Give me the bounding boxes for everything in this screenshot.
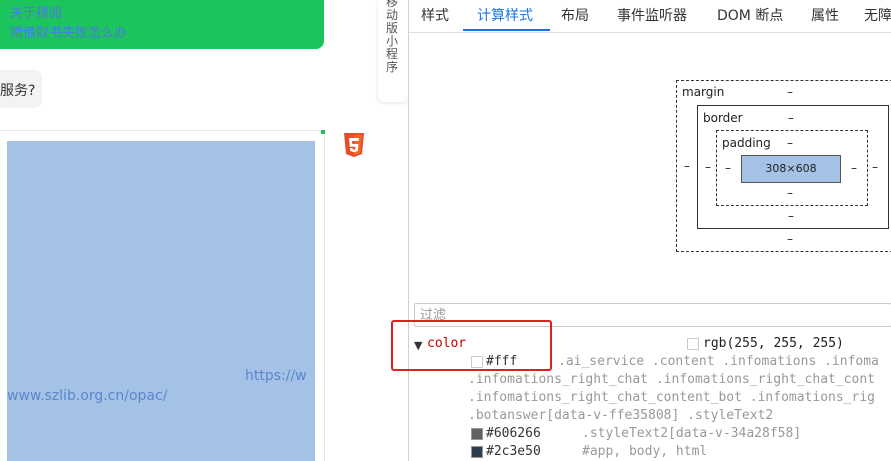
box-model-padding[interactable]: padding – – – – 308×608 <box>716 130 868 206</box>
user-message-bubble: 服务? <box>0 70 42 108</box>
html5-icon <box>344 133 364 157</box>
tab-accessibility[interactable]: 无障 <box>864 5 891 25</box>
chat-panel: 关于猜阅 猜借取书失败怎么办 服务? https://w www.szlib.o… <box>0 0 378 461</box>
bot-message-bubble: 关于猜阅 猜借取书失败怎么办 <box>0 0 324 49</box>
margin-label: margin <box>682 85 725 99</box>
color-swatch-icon[interactable] <box>471 428 483 440</box>
tab-event-listeners[interactable]: 事件监听器 <box>617 5 687 25</box>
box-model-margin[interactable]: margin – – – border – – – – padding – – … <box>676 80 891 252</box>
tab-styles[interactable]: 样式 <box>421 5 449 25</box>
selected-element-overlay <box>7 141 315 461</box>
side-tab-label: 移动版小程序 <box>386 0 399 74</box>
devtools-panel: 样式 计算样式 布局 事件监听器 DOM 断点 属性 无障 margin – –… <box>391 0 891 461</box>
border-right-value: – <box>872 160 878 174</box>
color-swatch-icon[interactable] <box>471 446 483 458</box>
rule-value: #fff <box>486 354 518 369</box>
answer-card: https://w www.szlib.org.cn/opac/ <box>0 130 325 461</box>
color-swatch-icon[interactable] <box>471 356 483 368</box>
rule-value: #2c3e50 <box>486 444 541 459</box>
rule-selector[interactable]: .infomations_right_chat_content_bot .inf… <box>468 390 875 405</box>
suggestion-link[interactable]: 猜借取书失败怎么办 <box>10 22 127 41</box>
color-swatch-icon[interactable] <box>687 338 699 350</box>
tab-properties[interactable]: 属性 <box>811 5 839 25</box>
padding-label: padding <box>722 136 771 150</box>
tab-computed[interactable]: 计算样式 <box>477 5 533 25</box>
border-top-value: – <box>788 111 794 125</box>
opac-link-line2[interactable]: www.szlib.org.cn/opac/ <box>7 388 167 404</box>
box-model-content-size[interactable]: 308×608 <box>741 155 841 183</box>
rule-selector[interactable]: .infomations_right_chat .infomations_rig… <box>468 372 875 387</box>
padding-left-value: – <box>725 161 731 175</box>
border-left-value: – <box>705 160 711 174</box>
user-message-text: 服务? <box>0 83 36 99</box>
box-model-border[interactable]: border – – – – padding – – – – 308×608 <box>697 105 889 229</box>
rule-selector[interactable]: .styleText2[data-v-34a28f58] <box>582 426 801 441</box>
property-value: rgb(255, 255, 255) <box>703 336 844 351</box>
card-corner-marker <box>321 130 325 134</box>
margin-top-value: – <box>787 85 793 99</box>
margin-bottom-value: – <box>787 232 793 246</box>
rule-selector[interactable]: #app, body, html <box>582 444 707 459</box>
border-label: border <box>703 111 743 125</box>
rule-selector[interactable]: .ai_service .content .infomations .infom… <box>558 354 879 369</box>
padding-bottom-value: – <box>787 186 793 200</box>
tab-dom-breakpoints[interactable]: DOM 断点 <box>717 5 783 25</box>
margin-left-value: – <box>684 159 690 173</box>
padding-right-value: – <box>851 161 857 175</box>
rule-selector[interactable]: .botanswer[data-v-ffe35808] .styleText2 <box>468 408 773 423</box>
suggestion-link[interactable]: 关于猜阅 <box>10 2 62 21</box>
padding-top-value: – <box>787 136 793 150</box>
mobile-miniprogram-tab[interactable]: 移动版小程序 <box>378 0 408 102</box>
active-tab-indicator <box>463 29 550 31</box>
border-bottom-value: – <box>788 209 794 223</box>
rule-value: #606266 <box>486 426 541 441</box>
tab-layout[interactable]: 布局 <box>561 5 589 25</box>
opac-link-line1[interactable]: https://w <box>245 368 307 384</box>
devtools-tab-bar: 样式 计算样式 布局 事件监听器 DOM 断点 属性 无障 <box>409 0 891 33</box>
